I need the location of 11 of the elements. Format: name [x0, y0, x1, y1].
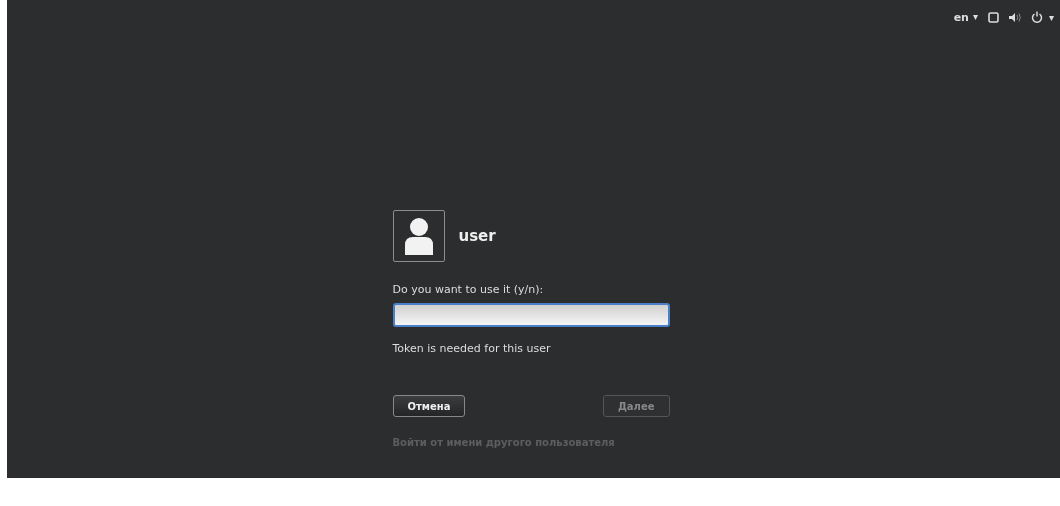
power-icon [1030, 11, 1043, 23]
message-text: Token is needed for this user [392, 342, 552, 355]
user-icon [402, 217, 435, 255]
input-field[interactable] [392, 303, 670, 327]
power-menu[interactable]: ▾ [1030, 11, 1054, 23]
language-menu[interactable]: en ▾ [953, 10, 978, 24]
user-name: user [458, 227, 496, 245]
cancel-button[interactable]: Отмена [392, 395, 466, 417]
prompt-label: Do you want to use it (y/n): [392, 283, 545, 296]
volume-icon[interactable] [1008, 11, 1021, 23]
window-icon[interactable] [987, 11, 999, 23]
